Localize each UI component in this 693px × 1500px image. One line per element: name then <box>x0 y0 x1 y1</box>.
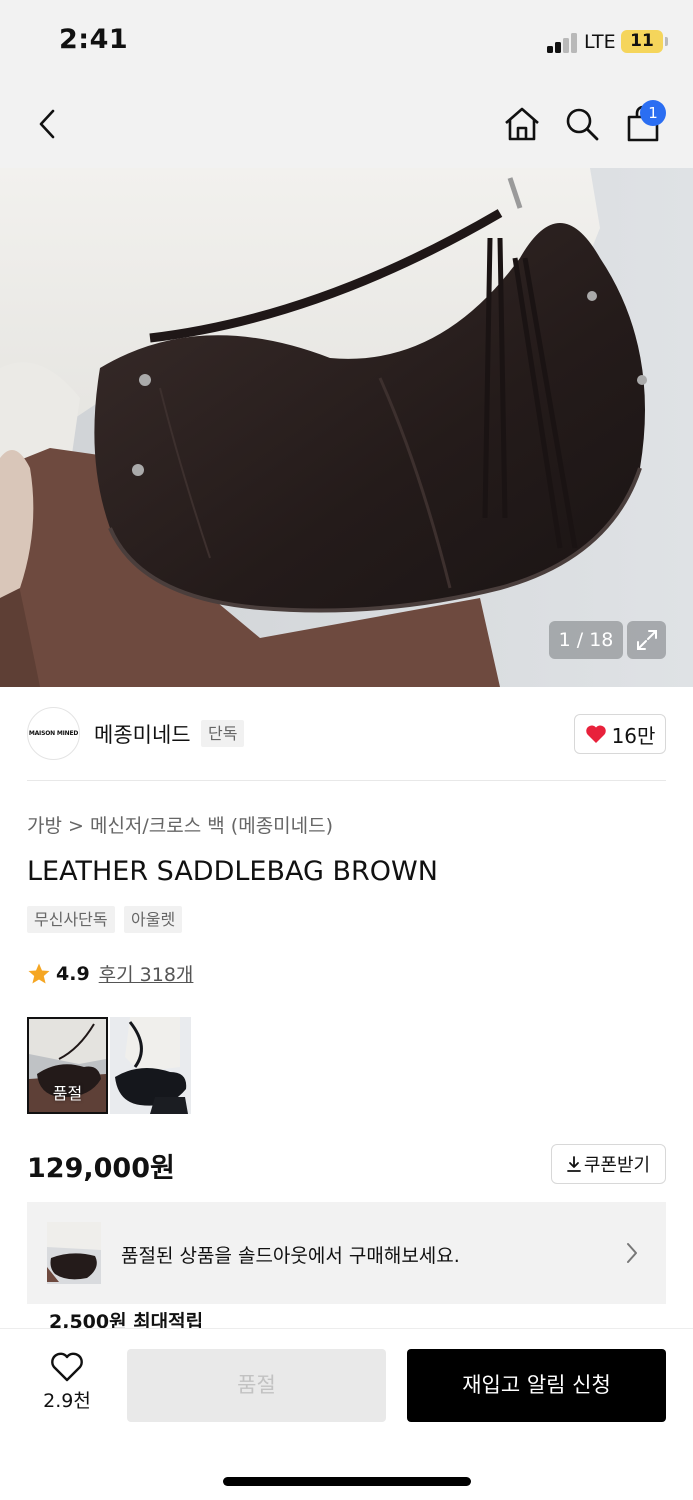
heart-outline-icon <box>51 1352 83 1382</box>
rating: 4.9 후기 318개 <box>27 960 193 987</box>
battery-nub <box>665 37 668 46</box>
brand-like-count: 16만 <box>611 723 656 748</box>
wish-count: 2.9천 <box>43 1390 91 1412</box>
rating-value: 4.9 <box>56 962 90 985</box>
wish-button[interactable]: 2.9천 <box>35 1352 99 1422</box>
chevron-right-icon <box>625 1242 639 1268</box>
price: 129,000원 <box>27 1153 175 1184</box>
brand-logo[interactable]: MAISON MINED <box>27 707 80 760</box>
coupon-label: 쿠폰받기 <box>583 1155 651 1176</box>
restock-alert-button[interactable]: 재입고 알림 신청 <box>407 1349 666 1422</box>
product-image[interactable] <box>0 168 693 687</box>
nav-bar <box>0 84 693 168</box>
network-label: LTE <box>584 31 616 53</box>
coupon-button[interactable]: 쿠폰받기 <box>551 1144 666 1184</box>
home-icon[interactable] <box>500 102 544 146</box>
download-icon <box>566 1156 581 1172</box>
soldout-banner-text: 품절된 상품을 솔드아웃에서 구매해보세요. <box>121 1245 460 1267</box>
back-arrow-icon[interactable] <box>26 102 70 146</box>
expand-icon[interactable] <box>627 621 666 659</box>
tag-outlet: 아울렛 <box>124 906 183 933</box>
image-counter: 1 / 18 <box>549 621 623 659</box>
heart-filled-icon <box>585 725 606 743</box>
brand-logo-text: MAISON MINED <box>28 730 79 737</box>
star-icon <box>28 963 50 983</box>
exclusive-tag: 단독 <box>201 720 245 747</box>
battery-icon: 11 <box>621 30 663 53</box>
swatch-soldout-label: 품절 <box>52 1084 83 1103</box>
banner-thumbnail <box>47 1222 101 1284</box>
status-time: 2:41 <box>59 24 129 55</box>
breadcrumb[interactable]: 가방 > 메신저/크로스 백 (메종미네드) <box>27 811 333 838</box>
soldout-banner[interactable]: 품절된 상품을 솔드아웃에서 구매해보세요. <box>27 1202 666 1304</box>
swatch-black[interactable] <box>110 1017 191 1114</box>
home-indicator <box>223 1477 471 1486</box>
brand-name[interactable]: 메종미네드 <box>94 719 191 749</box>
divider <box>27 780 666 781</box>
tag-musinsa-exclusive: 무신사단독 <box>27 906 115 933</box>
signal-icon <box>547 33 579 53</box>
product-title: LEATHER SADDLEBAG BROWN <box>27 856 438 887</box>
status-bar: 2:41 LTE 11 <box>0 0 693 84</box>
cart-count-badge: 1 <box>640 100 666 126</box>
soldout-button: 품절 <box>127 1349 386 1422</box>
search-icon[interactable] <box>560 102 604 146</box>
review-link[interactable]: 후기 318개 <box>99 960 194 987</box>
brand-like-button[interactable]: 16만 <box>574 714 666 754</box>
swatch-brown[interactable]: 품절 <box>27 1017 108 1114</box>
